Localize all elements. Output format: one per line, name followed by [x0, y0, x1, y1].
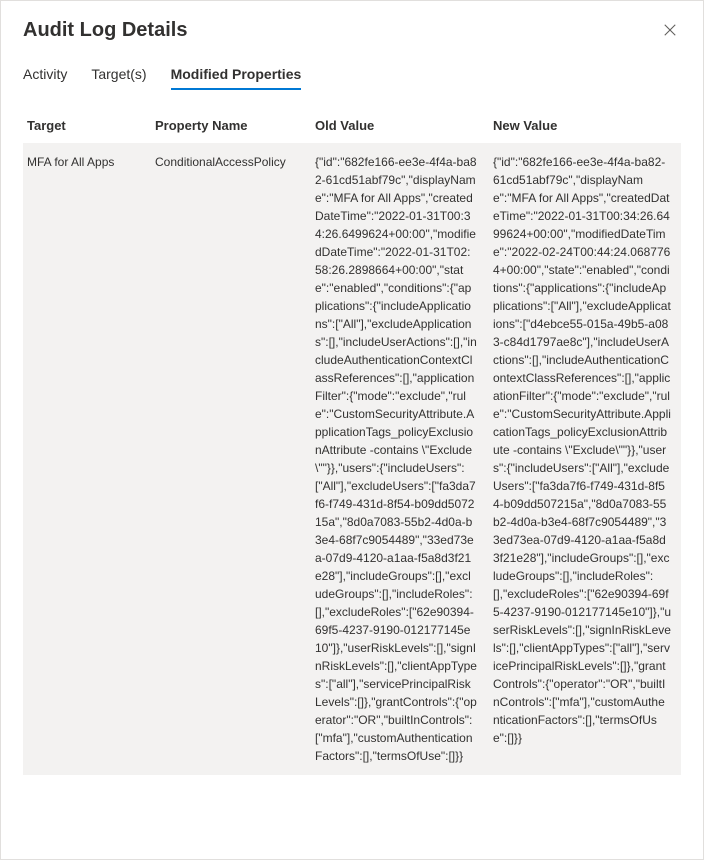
panel-header: Audit Log Details [23, 19, 681, 44]
cell-new-value: {"id":"682fe166-ee3e-4f4a-ba82-61cd51abf… [493, 153, 671, 747]
tab-modified-properties[interactable]: Modified Properties [171, 66, 302, 90]
col-header-new-value: New Value [493, 118, 671, 133]
tab-targets[interactable]: Target(s) [91, 66, 146, 90]
cell-old-value: {"id":"682fe166-ee3e-4f4a-ba82-61cd51abf… [315, 153, 493, 765]
table-header-row: Target Property Name Old Value New Value [23, 108, 681, 143]
col-header-old-value: Old Value [315, 118, 493, 133]
table-row: MFA for All Apps ConditionalAccessPolicy… [23, 143, 681, 775]
tab-bar: Activity Target(s) Modified Properties [23, 66, 681, 90]
modified-properties-table: Target Property Name Old Value New Value… [23, 108, 681, 841]
close-icon [663, 23, 677, 40]
audit-log-details-panel: Audit Log Details Activity Target(s) Mod… [1, 1, 703, 859]
tab-activity[interactable]: Activity [23, 66, 67, 90]
cell-property-name: ConditionalAccessPolicy [155, 153, 315, 171]
col-header-target: Target [27, 118, 155, 133]
cell-target: MFA for All Apps [27, 153, 155, 171]
page-title: Audit Log Details [23, 19, 187, 42]
col-header-property-name: Property Name [155, 118, 315, 133]
close-button[interactable] [659, 19, 681, 44]
